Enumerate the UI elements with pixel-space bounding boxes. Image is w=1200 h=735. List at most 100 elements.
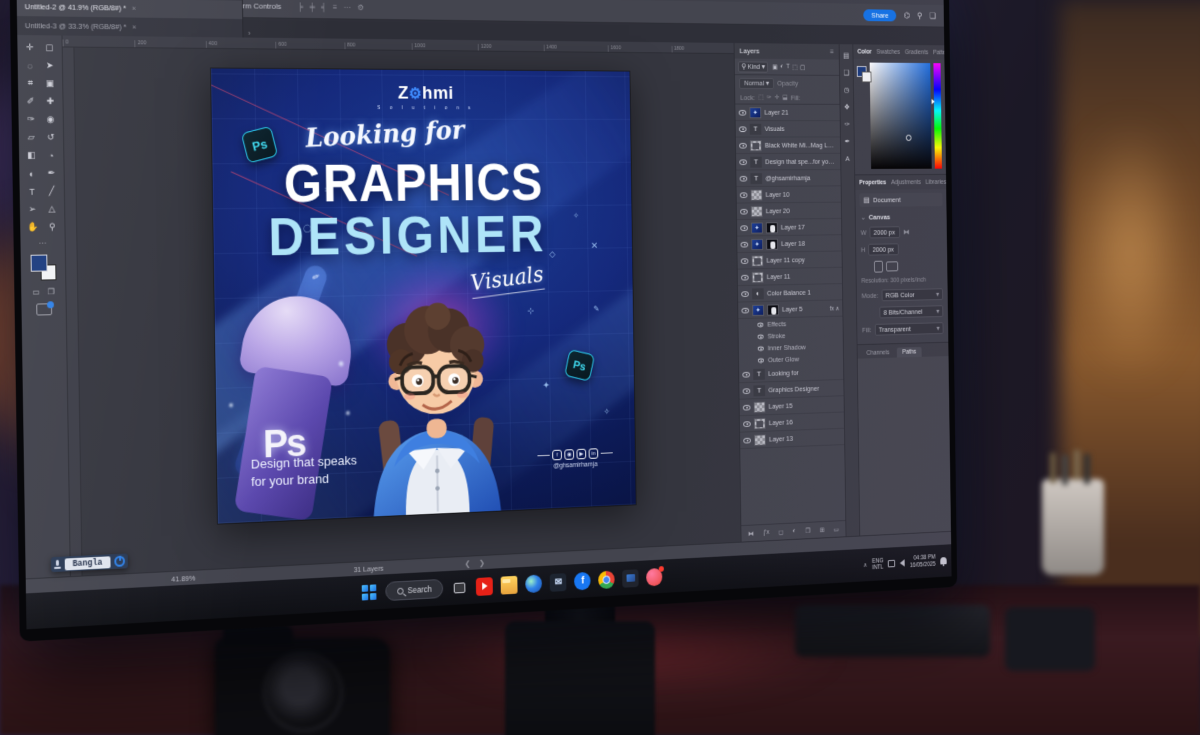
- add-mask-icon[interactable]: ◻: [779, 528, 784, 536]
- filter-icon[interactable]: ⬚: [792, 63, 798, 70]
- tab-libraries[interactable]: Libraries: [926, 179, 947, 185]
- file-explorer-icon[interactable]: [501, 575, 518, 595]
- chrome-icon[interactable]: [598, 570, 616, 589]
- layer-row[interactable]: Layer 20: [736, 202, 842, 221]
- link-layers-icon[interactable]: ⧓: [748, 530, 754, 537]
- messenger-icon[interactable]: [646, 567, 663, 586]
- visibility-eye-icon[interactable]: [741, 274, 749, 281]
- visibility-eye-icon[interactable]: [740, 224, 748, 231]
- photoshop-window-icon[interactable]: [622, 568, 640, 588]
- canvas[interactable]: Z⚙hmi S o l u t i o n s Ps Ps Looking fo…: [74, 48, 740, 576]
- tab-gradients[interactable]: Gradients: [905, 49, 928, 56]
- facebook-icon[interactable]: f: [574, 571, 592, 590]
- type-tool[interactable]: T: [22, 183, 42, 200]
- zoom-tool[interactable]: ⚲: [42, 219, 62, 236]
- history-brush-tool[interactable]: ↺: [41, 129, 61, 146]
- filter-icon[interactable]: ▢: [800, 63, 806, 70]
- visibility-eye-icon[interactable]: [757, 322, 764, 327]
- screen-mode-icons[interactable]: ▭ ❐: [32, 287, 54, 296]
- layer-style-icon[interactable]: ƒx: [763, 529, 769, 536]
- line-tool[interactable]: ╱: [42, 183, 62, 200]
- history-icon[interactable]: ◷: [844, 86, 850, 94]
- fill-select[interactable]: Transparent ▾: [874, 322, 944, 336]
- gradient-tool[interactable]: ◧: [21, 147, 41, 164]
- brush-tool[interactable]: ✑: [21, 111, 41, 128]
- layer-row[interactable]: Black White Mi...Mag Logo (1): [735, 137, 841, 154]
- zoom-level[interactable]: 41.89%: [171, 573, 195, 583]
- align-icons[interactable]: ╞ ╪ ╡ ≡ ⋯ ⚙: [298, 2, 364, 12]
- align-icon[interactable]: ⚙: [357, 3, 364, 12]
- align-icon[interactable]: ⋯: [344, 3, 351, 12]
- edge-icon[interactable]: [525, 573, 543, 593]
- search-icon[interactable]: ⚲: [917, 11, 922, 21]
- workspace-icon[interactable]: ❏: [929, 11, 936, 21]
- layer-row[interactable]: TDesign that spe...for your brand: [736, 153, 841, 171]
- filter-icon[interactable]: T: [786, 63, 790, 70]
- swatches-icon[interactable]: ❖: [844, 103, 850, 111]
- lock-icons[interactable]: ⬚ ✑ ✛ ⬓: [758, 94, 787, 101]
- pen-tool[interactable]: ✒: [41, 165, 61, 182]
- portrait-orientation-button[interactable]: [874, 260, 883, 273]
- visibility-eye-icon[interactable]: [738, 109, 747, 116]
- layer-row[interactable]: Layer 10: [736, 186, 841, 204]
- shape-tool[interactable]: △: [42, 201, 62, 218]
- color-picker-cursor[interactable]: [905, 134, 912, 142]
- mode-select[interactable]: RGB Color ▾: [881, 288, 944, 302]
- visibility-eye-icon[interactable]: [742, 387, 751, 394]
- layer-row[interactable]: Layer 13: [739, 428, 845, 450]
- layer-row[interactable]: Layer 18: [737, 235, 842, 254]
- link-dimensions-icon[interactable]: ⧓: [903, 228, 909, 236]
- blend-mode-select[interactable]: Normal ▾: [739, 77, 775, 89]
- crop-tool[interactable]: ⌗: [20, 75, 40, 92]
- lock-icon[interactable]: ⬓: [782, 94, 787, 101]
- layer-row[interactable]: Layer 21: [735, 104, 840, 122]
- filter-icon[interactable]: ◐: [780, 63, 784, 70]
- tab-overflow-chevron[interactable]: ›: [243, 29, 255, 38]
- color-swatches[interactable]: [30, 254, 56, 281]
- align-icon[interactable]: ╡: [321, 2, 326, 11]
- tab-swatches[interactable]: Swatches: [876, 49, 900, 56]
- layer-row[interactable]: Layer 11: [737, 267, 843, 287]
- canvas-height-field[interactable]: 2000 px: [868, 243, 900, 256]
- filter-icon[interactable]: ▣: [772, 63, 778, 70]
- more-tools-icon[interactable]: ⋯: [39, 239, 47, 248]
- visibility-eye-icon[interactable]: [739, 159, 747, 165]
- layer-row[interactable]: Layer 17: [736, 218, 842, 237]
- layer-filter-icons[interactable]: ▣ ◐ T ⬚ ▢: [772, 63, 806, 70]
- canvas-section-label[interactable]: Canvas: [869, 213, 891, 221]
- marquee-tool[interactable]: ▢: [40, 39, 60, 56]
- align-icon[interactable]: ╞: [298, 2, 303, 11]
- tab-adjustments[interactable]: Adjustments: [891, 179, 921, 185]
- visibility-eye-icon[interactable]: [738, 126, 747, 132]
- lasso-tool[interactable]: ◌: [20, 57, 40, 74]
- start-button[interactable]: [361, 583, 377, 601]
- minimize-button[interactable]: —: [881, 0, 902, 1]
- canvas-width-field[interactable]: 2000 px: [869, 226, 901, 239]
- layer-row[interactable]: T Visuals: [735, 120, 841, 138]
- lock-icon[interactable]: ✛: [774, 94, 780, 101]
- status-nav-arrows[interactable]: ❮ ❯: [464, 558, 488, 568]
- visibility-eye-icon[interactable]: [742, 404, 751, 411]
- visibility-eye-icon[interactable]: [740, 257, 749, 264]
- clock[interactable]: 04:38 PM 16/05/2025: [910, 554, 936, 569]
- task-view-icon[interactable]: [451, 578, 468, 597]
- visibility-eye-icon[interactable]: [740, 241, 749, 248]
- path-select-tool[interactable]: ➢: [22, 201, 42, 218]
- lock-icon[interactable]: ✑: [767, 94, 772, 101]
- language-indicator[interactable]: ENG INTL: [872, 558, 883, 571]
- notification-bell-icon[interactable]: [940, 557, 947, 565]
- tab-color[interactable]: Color: [857, 48, 871, 54]
- paths-icon[interactable]: ✒: [845, 137, 851, 145]
- hand-tool[interactable]: ✋: [23, 219, 43, 236]
- visibility-eye-icon[interactable]: [741, 307, 750, 313]
- visibility-eye-icon[interactable]: [739, 191, 748, 198]
- lock-icon[interactable]: ⬚: [758, 94, 763, 100]
- tab-patterns[interactable]: Patterns: [933, 49, 952, 55]
- blur-tool[interactable]: ◔: [41, 147, 61, 164]
- properties-icon[interactable]: ▤: [843, 51, 849, 59]
- healing-brush-tool[interactable]: ✚: [40, 93, 60, 110]
- frame-tool[interactable]: ▣: [40, 75, 60, 92]
- landscape-orientation-button[interactable]: [886, 261, 899, 272]
- share-image-icon[interactable]: [35, 303, 52, 316]
- speaker-icon[interactable]: [900, 559, 906, 567]
